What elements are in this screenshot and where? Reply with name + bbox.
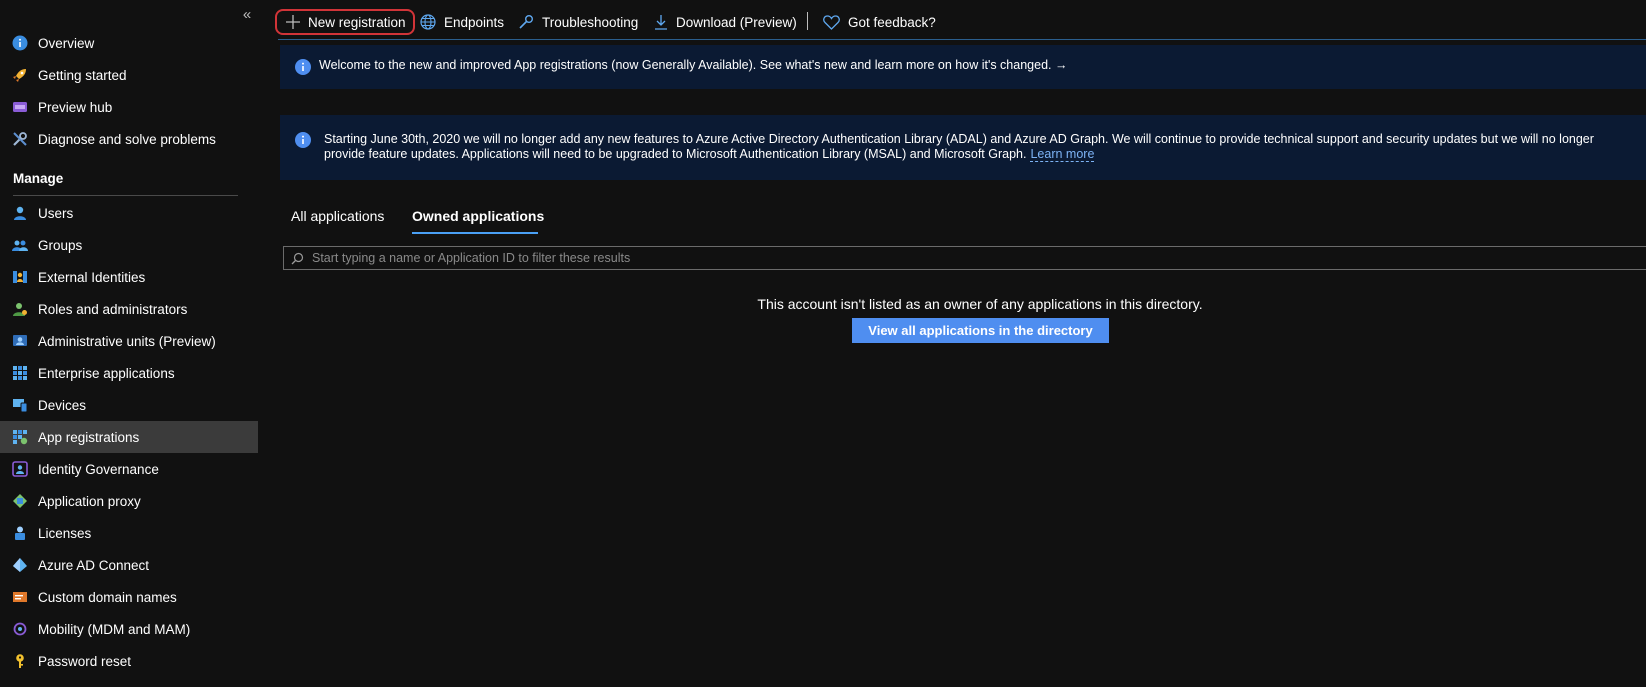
sidebar-item-label: External Identities [38,269,146,285]
app-registrations-icon [13,430,28,445]
sidebar-item-label: Password reset [38,653,132,669]
sidebar-item-roles[interactable]: Roles and administrators [0,293,258,325]
preview-hub-icon [13,102,27,112]
sidebar-item-identity-governance[interactable]: Identity Governance [0,453,258,485]
sidebar-item-preview-hub[interactable]: Preview hub [0,91,258,123]
sidebar-item-licenses[interactable]: Licenses [0,517,258,549]
view-all-applications-button[interactable]: View all applications in the directory [852,318,1109,343]
welcome-banner-text: Welcome to the new and improved App regi… [319,58,1068,72]
sidebar-item-label: Enterprise applications [38,365,175,381]
info-icon [12,35,28,51]
sidebar-item-label: Mobility (MDM and MAM) [38,621,191,637]
active-tab-indicator [412,232,538,234]
troubleshooting-label: Troubleshooting [542,14,639,30]
section-title-manage: Manage [13,171,64,186]
adal-notice-body: Starting June 30th, 2020 we will no long… [324,132,1594,161]
admin-units-icon [13,335,27,346]
tab-owned-applications[interactable]: Owned applications [412,208,544,224]
sidebar-item-app-proxy[interactable]: Application proxy [0,485,258,517]
new-registration-button[interactable]: New registration [286,10,406,34]
empty-state-message: This account isn't listed as an owner of… [757,296,1203,312]
sidebar-item-app-registrations[interactable]: App registrations [0,421,258,453]
sidebar-item-label: Overview [38,35,95,51]
section-divider [13,195,238,196]
welcome-banner[interactable]: Welcome to the new and improved App regi… [280,45,1646,89]
toolbar-divider [807,12,808,30]
sidebar-item-label: Administrative units (Preview) [38,333,216,349]
sidebar-item-label: App registrations [38,429,140,445]
globe-icon [420,14,436,30]
app-proxy-icon [13,494,27,508]
info-icon [295,132,311,148]
devices-icon [13,399,28,413]
toolbar-divider-line [278,39,1646,40]
wrench-icon [519,15,533,29]
rocket-icon [13,69,26,82]
learn-more-link[interactable]: Learn more [1030,147,1095,162]
groups-icon [12,240,28,251]
sidebar-item-devices[interactable]: Devices [0,389,258,421]
feedback-button[interactable]: Got feedback? [823,10,936,34]
key-icon [16,654,24,668]
sidebar-item-label: Custom domain names [38,589,177,605]
info-icon [295,59,311,75]
tab-all-applications[interactable]: All applications [291,208,384,224]
new-registration-label: New registration [308,14,406,30]
sidebar-item-label: Diagnose and solve problems [38,131,216,147]
wrench-icon [13,132,27,146]
plus-icon [286,15,300,29]
sidebar-item-getting-started[interactable]: Getting started [0,59,258,91]
external-identities-icon [13,271,27,283]
sidebar-item-label: Application proxy [38,493,141,509]
feedback-label: Got feedback? [848,14,936,30]
sidebar-item-label: Devices [38,397,87,413]
endpoints-button[interactable]: Endpoints [420,10,504,34]
sidebar-item-users[interactable]: Users [0,197,258,229]
roles-icon [13,303,27,316]
mobility-icon [13,622,27,636]
sidebar-item-custom-domain-names[interactable]: Custom domain names [0,581,258,613]
sidebar-item-diagnose[interactable]: Diagnose and solve problems [0,123,258,155]
sidebar-item-admin-units[interactable]: Administrative units (Preview) [0,325,258,357]
sidebar-item-label: Users [38,205,74,221]
sidebar-item-enterprise-apps[interactable]: Enterprise applications [0,357,258,389]
custom-domain-icon [13,592,27,602]
download-icon [655,15,667,30]
azure-ad-connect-icon [13,558,27,572]
download-label: Download (Preview) [676,14,797,30]
sidebar-item-groups[interactable]: Groups [0,229,258,261]
sidebar-item-label: Groups [38,237,83,253]
adal-notice-text: Starting June 30th, 2020 we will no long… [324,132,1636,162]
adal-notice-banner: Starting June 30th, 2020 we will no long… [280,115,1646,180]
licenses-icon [15,526,25,540]
sidebar: « Overview Getting started Preview hub D… [0,0,258,687]
filter-search-box[interactable] [283,246,1646,270]
identity-governance-icon [12,461,28,477]
search-icon [291,252,304,264]
sidebar-item-label: Identity Governance [38,461,159,477]
endpoints-label: Endpoints [444,14,505,30]
collapse-sidebar-button[interactable]: « [240,6,254,24]
sidebar-item-external-identities[interactable]: External Identities [0,261,258,293]
download-button[interactable]: Download (Preview) [654,10,797,34]
sidebar-item-label: Getting started [38,67,127,83]
sidebar-item-label: Licenses [38,525,92,541]
sidebar-item-label: Azure AD Connect [38,557,150,573]
user-icon [14,206,26,220]
sidebar-item-password-reset[interactable]: Password reset [0,645,258,677]
heart-icon [823,14,840,30]
sidebar-item-label: Preview hub [38,99,113,115]
sidebar-item-mobility[interactable]: Mobility (MDM and MAM) [0,613,258,645]
enterprise-apps-icon [13,366,27,380]
search-input[interactable] [310,250,1114,266]
troubleshooting-button[interactable]: Troubleshooting [518,10,638,34]
sidebar-item-azure-ad-connect[interactable]: Azure AD Connect [0,549,258,581]
sidebar-item-overview[interactable]: Overview [0,27,258,59]
sidebar-item-label: Roles and administrators [38,301,188,317]
